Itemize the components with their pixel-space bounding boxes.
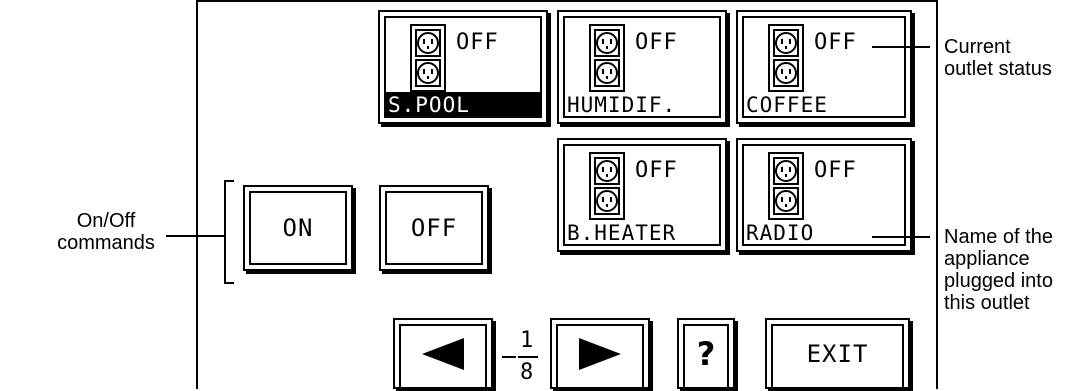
outlet-tile-coffee[interactable]: OFF COFFEE xyxy=(736,10,912,124)
outlet-status: OFF xyxy=(635,30,678,55)
page-number-current: 1 xyxy=(520,328,534,353)
help-button[interactable]: ? xyxy=(677,318,735,391)
name-callout-line xyxy=(872,236,930,238)
commands-bracket-vertical xyxy=(224,180,226,284)
power-outlet-icon xyxy=(768,24,804,92)
power-outlet-icon xyxy=(589,24,625,92)
exit-button[interactable]: EXIT xyxy=(765,318,910,391)
on-button[interactable]: ON xyxy=(243,185,353,271)
outlet-status: OFF xyxy=(814,158,857,183)
outlet-tile-radio[interactable]: OFF RADIO xyxy=(736,138,912,252)
appliance-name: S.POOL xyxy=(384,92,542,118)
outlet-tile-s-pool[interactable]: OFF S.POOL xyxy=(378,10,548,124)
appliance-name: COFFEE xyxy=(746,93,828,117)
commands-annotation: On/Off commands xyxy=(57,210,155,254)
commands-bracket-bottom xyxy=(224,282,234,284)
appliance-name: RADIO xyxy=(746,221,815,245)
commands-bracket-top xyxy=(224,180,234,182)
status-annotation: Current outlet status xyxy=(944,36,1052,80)
name-annotation: Name of the appliance plugged into this … xyxy=(944,226,1053,314)
page-number-total: 8 xyxy=(520,360,534,385)
power-outlet-icon xyxy=(589,152,625,220)
outlet-status: OFF xyxy=(814,30,857,55)
page-indicator: 1 8 xyxy=(502,318,540,389)
on-button-label: ON xyxy=(282,214,314,242)
outlet-status: OFF xyxy=(635,158,678,183)
outlet-tile-b-heater[interactable]: OFF B.HEATER xyxy=(557,138,727,252)
power-outlet-icon xyxy=(410,24,446,92)
outlet-tile-humidifier[interactable]: OFF HUMIDIF. xyxy=(557,10,727,124)
page-indicator-leader xyxy=(502,356,516,358)
off-button-label: OFF xyxy=(410,214,458,242)
outlet-status: OFF xyxy=(456,30,499,55)
help-icon: ? xyxy=(696,334,716,373)
off-button[interactable]: OFF xyxy=(379,185,489,271)
next-page-button[interactable] xyxy=(550,318,650,391)
right-arrow-icon xyxy=(579,337,621,370)
status-callout-line xyxy=(872,46,930,48)
power-outlet-icon xyxy=(768,152,804,220)
page-fraction-bar xyxy=(518,356,538,358)
exit-button-label: EXIT xyxy=(806,339,869,368)
appliance-name: HUMIDIF. xyxy=(567,93,677,117)
previous-page-button[interactable] xyxy=(393,318,493,391)
appliance-name: B.HEATER xyxy=(567,221,677,245)
commands-callout-line xyxy=(166,235,224,237)
left-arrow-icon xyxy=(422,337,464,370)
